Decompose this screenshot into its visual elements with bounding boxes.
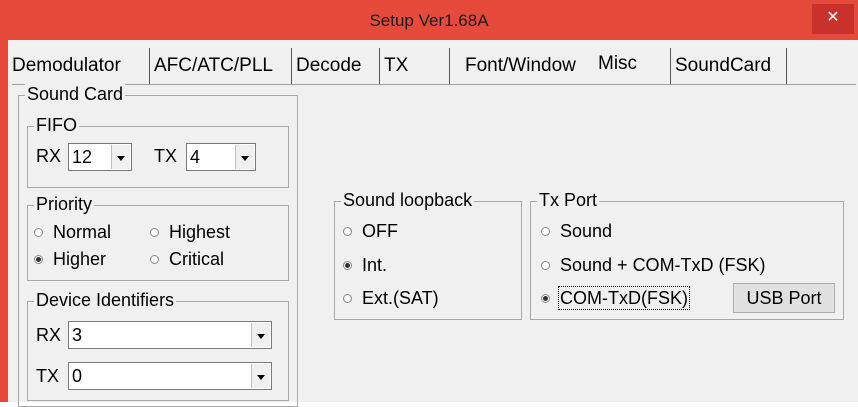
device-rx-label: RX xyxy=(36,325,62,345)
tx-port-group: Tx Port Sound Sound + COM-TxD (FSK) COM-… xyxy=(530,190,844,320)
priority-label: Priority xyxy=(34,194,95,215)
chevron-down-icon[interactable] xyxy=(235,145,254,169)
tab-soundcard[interactable]: SoundCard xyxy=(670,48,787,84)
priority-critical-radio[interactable]: Critical xyxy=(150,249,224,270)
fifo-tx-value: 4 xyxy=(190,147,201,167)
fifo-label: FIFO xyxy=(34,115,79,136)
fifo-group: FIFO RX 12 TX 4 xyxy=(27,115,289,188)
radio-icon xyxy=(150,255,159,264)
device-tx-label: TX xyxy=(36,366,60,386)
fifo-rx-label: RX xyxy=(36,146,62,166)
dialog-client: Demodulator AFC/ATC/PLL Decode TX Font/W… xyxy=(8,40,858,407)
loopback-ext-radio[interactable]: Ext.(SAT) xyxy=(343,288,439,309)
radio-icon xyxy=(343,227,352,236)
fifo-rx-combo[interactable]: 12 xyxy=(68,143,132,171)
priority-highest-radio[interactable]: Highest xyxy=(150,222,230,243)
usb-port-button[interactable]: USB Port xyxy=(733,283,835,313)
tab-misc[interactable]: Misc xyxy=(594,46,666,86)
fifo-tx-label: TX xyxy=(154,146,178,166)
setup-window: Setup Ver1.68A ✕ Demodulator AFC/ATC/PLL… xyxy=(0,0,858,407)
device-tx-value: 0 xyxy=(72,366,83,386)
device-rx-combo[interactable]: 3 xyxy=(68,321,272,349)
priority-higher-radio[interactable]: Higher xyxy=(34,249,106,270)
radio-icon xyxy=(541,227,550,236)
tx-port-label: Tx Port xyxy=(537,190,600,211)
chevron-down-icon[interactable] xyxy=(251,323,270,347)
tab-afc-atc-pll[interactable]: AFC/ATC/PLL xyxy=(150,48,292,84)
close-icon: ✕ xyxy=(826,9,840,26)
title-bar[interactable]: Setup Ver1.68A ✕ xyxy=(0,0,858,40)
radio-icon xyxy=(343,294,352,303)
tab-demodulator[interactable]: Demodulator xyxy=(8,48,150,84)
fifo-tx-combo[interactable]: 4 xyxy=(186,143,256,171)
fifo-rx-value: 12 xyxy=(72,147,93,167)
loopback-int-radio[interactable]: Int. xyxy=(343,255,387,276)
sound-loopback-label: Sound loopback xyxy=(341,190,475,211)
radio-selected-icon xyxy=(343,261,352,270)
device-identifiers-group: Device Identifiers RX 3 TX 0 xyxy=(27,290,289,401)
window-title: Setup Ver1.68A xyxy=(369,11,489,30)
tab-font-window[interactable]: Font/Window xyxy=(461,48,593,84)
txport-sound-radio[interactable]: Sound xyxy=(541,221,612,242)
priority-group: Priority Normal Highest Higher Critical xyxy=(27,194,289,281)
sound-card-label: Sound Card xyxy=(25,84,126,105)
priority-normal-radio[interactable]: Normal xyxy=(34,222,111,243)
sound-card-group: Sound Card FIFO RX 12 TX 4 Priority Norm… xyxy=(18,84,298,407)
radio-icon xyxy=(541,261,550,270)
loopback-off-radio[interactable]: OFF xyxy=(343,221,398,242)
sound-loopback-group: Sound loopback OFF Int. Ext.(SAT) xyxy=(334,190,522,320)
device-tx-combo[interactable]: 0 xyxy=(68,362,272,390)
txport-com-txd-radio[interactable]: COM-TxD(FSK) xyxy=(541,286,690,310)
chevron-down-icon[interactable] xyxy=(251,364,270,388)
device-identifiers-label: Device Identifiers xyxy=(34,290,177,311)
tab-tx[interactable]: TX xyxy=(380,48,450,84)
device-rx-value: 3 xyxy=(72,325,83,345)
tab-decode[interactable]: Decode xyxy=(292,48,380,84)
txport-sound-com-radio[interactable]: Sound + COM-TxD (FSK) xyxy=(541,255,766,276)
radio-icon xyxy=(34,228,43,237)
close-button[interactable]: ✕ xyxy=(812,4,854,34)
radio-selected-icon xyxy=(34,255,43,264)
radio-selected-icon xyxy=(541,294,550,303)
radio-icon xyxy=(150,228,159,237)
misc-panel: Sound Card FIFO RX 12 TX 4 Priority Norm… xyxy=(12,84,856,407)
chevron-down-icon[interactable] xyxy=(111,145,130,169)
tab-strip: Demodulator AFC/ATC/PLL Decode TX Font/W… xyxy=(8,46,858,86)
